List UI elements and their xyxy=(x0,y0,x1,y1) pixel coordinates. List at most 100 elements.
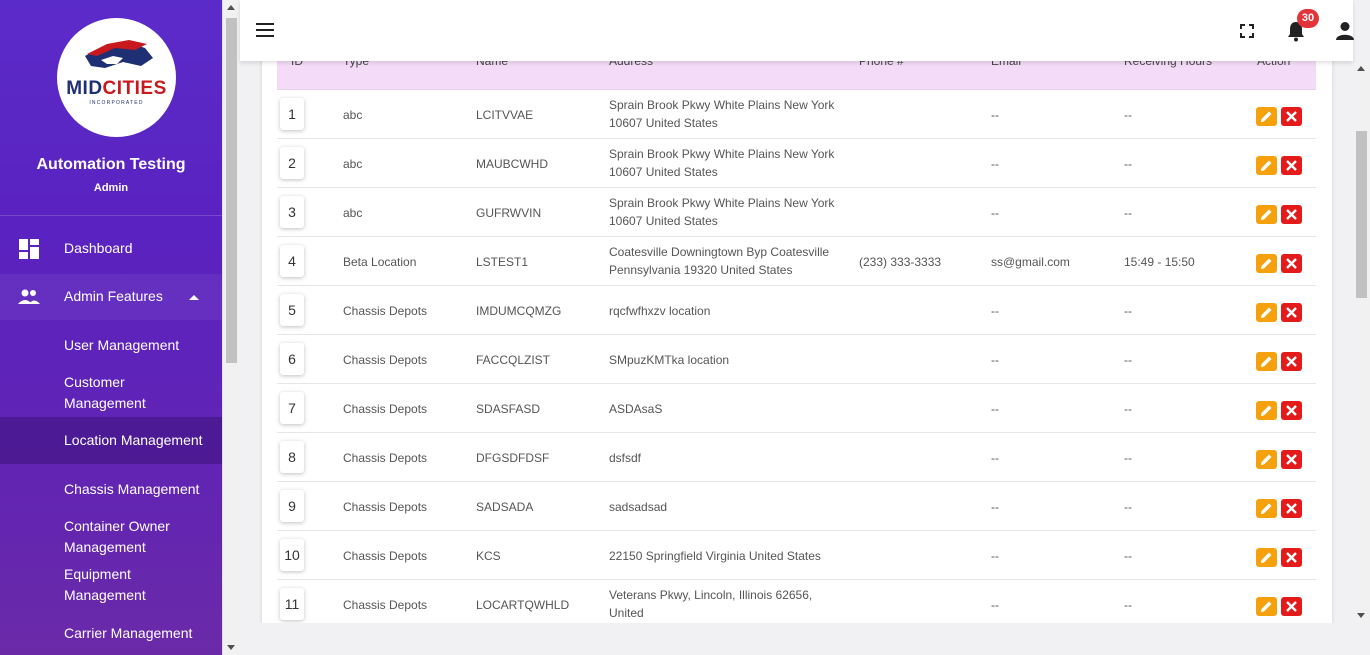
sidebar-item-location-management[interactable]: Location Management xyxy=(0,417,222,464)
pencil-icon xyxy=(1261,307,1272,318)
edit-button[interactable] xyxy=(1256,401,1277,420)
people-icon xyxy=(18,289,40,304)
table-row[interactable]: 6 Chassis Depots FACCQLZIST SMpuzKMTka loca… xyxy=(277,335,1316,384)
table-row[interactable]: 8 Chassis Depots DFGSDFDSF dsfsdf -- -- xyxy=(277,433,1316,482)
account-name: Automation Testing xyxy=(36,156,186,173)
scrollbar-thumb[interactable] xyxy=(1356,131,1367,298)
sidebar-item-label: Chassis Management xyxy=(64,481,200,497)
notification-count-badge: 30 xyxy=(1297,9,1319,28)
main-scrollbar[interactable] xyxy=(1353,61,1370,623)
sidebar-scrollbar[interactable] xyxy=(222,0,239,655)
dashboard-icon xyxy=(19,239,39,259)
cell-address: Veterans Pkwy, Lincoln, Illinois 62656, … xyxy=(609,586,849,623)
close-icon xyxy=(1286,405,1297,416)
delete-button[interactable] xyxy=(1281,254,1302,273)
row-id: 9 xyxy=(280,490,304,522)
table-row[interactable]: 2 abc MAUBCWHD Sprain Brook Pkwy White Plai… xyxy=(277,139,1316,188)
delete-button[interactable] xyxy=(1281,205,1302,224)
pencil-icon xyxy=(1261,356,1272,367)
sidebar-item-label: Dashboard xyxy=(64,240,133,256)
cell-type: Chassis Depots xyxy=(343,500,428,514)
delete-button[interactable] xyxy=(1281,352,1302,371)
hamburger-icon[interactable] xyxy=(256,23,274,37)
delete-button[interactable] xyxy=(1281,450,1302,469)
sidebar-item-admin-features[interactable]: Admin Features xyxy=(0,274,222,320)
edit-button[interactable] xyxy=(1256,450,1277,469)
cell-name: FACCQLZIST xyxy=(476,353,551,367)
sidebar-item-label: Carrier Management xyxy=(64,625,193,641)
sidebar-item-label: Admin Features xyxy=(64,288,163,304)
scroll-down-arrow-icon[interactable] xyxy=(227,645,235,650)
delete-button[interactable] xyxy=(1281,107,1302,126)
table-row[interactable]: 4 Beta Location LSTEST1 Coatesville Downing… xyxy=(277,237,1316,286)
edit-button[interactable] xyxy=(1256,107,1277,126)
delete-button[interactable] xyxy=(1281,401,1302,420)
cell-receiving-hours: -- xyxy=(1124,549,1132,563)
sidebar-item-customer-management[interactable]: Customer Management xyxy=(0,370,222,414)
user-icon[interactable] xyxy=(1334,20,1356,42)
address-line: Coatesville Downingtown Byp Coatesville xyxy=(609,245,830,259)
delete-button[interactable] xyxy=(1281,597,1302,616)
table-row[interactable]: 7 Chassis Depots SDASFASD ASDAsaS -- -- xyxy=(277,384,1316,433)
edit-button[interactable] xyxy=(1256,499,1277,518)
close-icon xyxy=(1286,111,1297,122)
edit-button[interactable] xyxy=(1256,254,1277,273)
pencil-icon xyxy=(1261,454,1272,465)
fullscreen-icon[interactable] xyxy=(1236,20,1258,42)
cell-name: IMDUMCQMZG xyxy=(476,304,562,318)
cell-name: MAUBCWHD xyxy=(476,157,548,171)
scroll-up-arrow-icon[interactable] xyxy=(227,5,235,10)
delete-button[interactable] xyxy=(1281,156,1302,175)
cell-email: -- xyxy=(991,598,999,612)
sidebar-item-container-owner-management[interactable]: Container Owner Management xyxy=(0,514,222,558)
delete-button[interactable] xyxy=(1281,548,1302,567)
pencil-icon xyxy=(1261,160,1272,171)
pencil-icon xyxy=(1261,111,1272,122)
edit-button[interactable] xyxy=(1256,352,1277,371)
table-row[interactable]: 5 Chassis Depots IMDUMCQMZG rqcfwfhxzv loca… xyxy=(277,286,1316,335)
pencil-icon xyxy=(1261,601,1272,612)
scroll-up-arrow-icon[interactable] xyxy=(1357,66,1365,71)
address-line: Veterans Pkwy, Lincoln, Illinois 62656, … xyxy=(609,588,813,620)
sidebar-item-chassis-management[interactable]: Chassis Management xyxy=(0,477,222,501)
pencil-icon xyxy=(1261,405,1272,416)
row-id: 6 xyxy=(280,343,304,375)
edit-button[interactable] xyxy=(1256,303,1277,322)
cell-receiving-hours: -- xyxy=(1124,206,1132,220)
edit-button[interactable] xyxy=(1256,156,1277,175)
cell-email: -- xyxy=(991,108,999,122)
sidebar-item-carrier-management[interactable]: Carrier Management xyxy=(0,621,222,645)
close-icon xyxy=(1286,258,1297,269)
sidebar-divider xyxy=(0,215,222,216)
row-id: 8 xyxy=(280,441,304,473)
edit-button[interactable] xyxy=(1256,597,1277,616)
sidebar-item-label: Location Management xyxy=(64,432,203,448)
edit-button[interactable] xyxy=(1256,205,1277,224)
edit-button[interactable] xyxy=(1256,548,1277,567)
cell-email: -- xyxy=(991,304,999,318)
cell-receiving-hours: -- xyxy=(1124,304,1132,318)
close-icon xyxy=(1286,552,1297,563)
company-logo[interactable]: MIDCITIES INCORPORATED xyxy=(57,18,176,137)
delete-button[interactable] xyxy=(1281,499,1302,518)
delete-button[interactable] xyxy=(1281,303,1302,322)
table-row[interactable]: 3 abc GUFRWVIN Sprain Brook Pkwy White Plai… xyxy=(277,188,1316,237)
sidebar-item-user-management[interactable]: User Management xyxy=(0,333,222,357)
table-row[interactable]: 11 Chassis Depots LOCARTQWHLD Veterans Pkwy… xyxy=(277,580,1316,623)
cell-receiving-hours: -- xyxy=(1124,598,1132,612)
sidebar-item-label: Customer Management xyxy=(64,374,146,411)
table-row[interactable]: 9 Chassis Depots SADSADA sadsadsad -- -- xyxy=(277,482,1316,531)
scroll-down-arrow-icon[interactable] xyxy=(1357,613,1365,618)
cell-name: KCS xyxy=(476,549,501,563)
chevron-up-icon xyxy=(189,295,199,300)
top-bar: 30 xyxy=(240,0,1356,61)
cell-receiving-hours: -- xyxy=(1124,451,1132,465)
table-row[interactable]: 1 abc LCITVVAE Sprain Brook Pkwy White Plai… xyxy=(277,90,1316,139)
cell-receiving-hours: -- xyxy=(1124,157,1132,171)
address-line: 10607 United States xyxy=(609,116,718,130)
scrollbar-thumb[interactable] xyxy=(226,18,237,363)
close-icon xyxy=(1286,454,1297,465)
sidebar-item-equipment-management[interactable]: Equipment Management xyxy=(0,562,222,606)
table-row[interactable]: 10 Chassis Depots KCS 22150 Springfield Vir… xyxy=(277,531,1316,580)
sidebar-item-dashboard[interactable]: Dashboard xyxy=(0,232,222,266)
